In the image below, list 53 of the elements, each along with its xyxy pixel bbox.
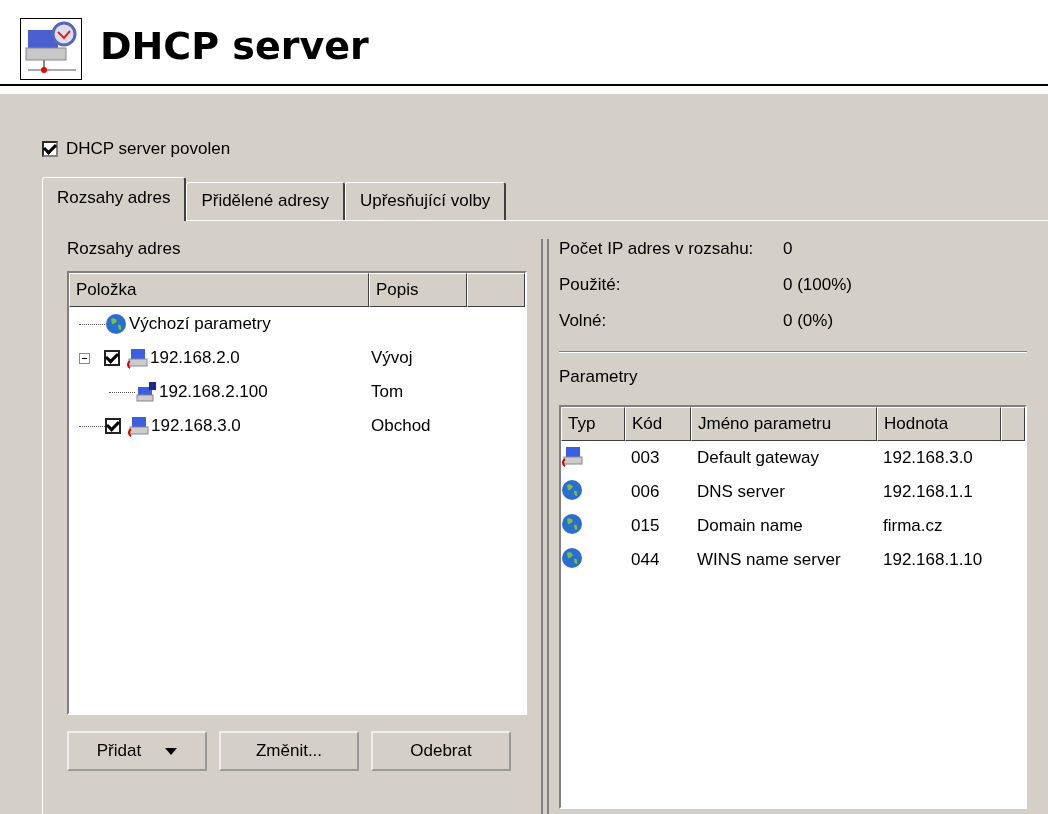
- tab[interactable]: Přidělené adresy: [186, 182, 345, 220]
- tab[interactable]: Upřesňující volby: [344, 182, 507, 220]
- table-cell-text: 044: [630, 550, 661, 570]
- table-cell-text: 192.168.3.0: [882, 448, 974, 468]
- computer-icon: [127, 415, 149, 437]
- column-header[interactable]: Položka: [69, 273, 369, 307]
- page-title: DHCP server: [100, 24, 369, 68]
- column-header[interactable]: Hodnota: [877, 407, 1001, 441]
- splitter[interactable]: [541, 239, 549, 814]
- group-label: Rozsahy adres: [67, 239, 182, 259]
- tree-item[interactable]: 192.168.3.0: [151, 416, 241, 436]
- stat-value: 0: [783, 239, 793, 259]
- scope-checkbox[interactable]: [104, 350, 120, 366]
- table-cell-text: 006: [630, 482, 661, 502]
- scope-checkbox[interactable]: [105, 418, 121, 434]
- table-cell-text: 015: [630, 516, 661, 536]
- stat-value: 0 (100%): [783, 275, 852, 295]
- table-cell-text: Domain name: [696, 516, 804, 536]
- table-cell-text: 192.168.1.1: [882, 482, 974, 502]
- table-cell-text: DNS server: [696, 482, 786, 502]
- stat-label: Volné:: [559, 311, 608, 331]
- stat-value: 0 (0%): [783, 311, 834, 331]
- item-description: Obchod: [371, 416, 431, 435]
- column-header[interactable]: Kód: [625, 407, 691, 441]
- globe-icon: [561, 546, 583, 569]
- table-cell-text: 192.168.1.10: [882, 550, 984, 570]
- table-cell-text: WINS name server: [696, 550, 842, 570]
- action-button[interactable]: Přidat: [67, 731, 207, 771]
- tree-item[interactable]: 192.168.2.0: [150, 348, 240, 368]
- column-header[interactable]: Typ: [561, 407, 625, 441]
- group-label: Parametry: [559, 367, 639, 387]
- tree-item[interactable]: Výchozí parametry: [129, 314, 271, 334]
- tab[interactable]: Rozsahy adres: [42, 177, 187, 221]
- server-clock-icon: [20, 18, 82, 80]
- column-header[interactable]: Jméno parametru: [691, 407, 877, 441]
- globe-icon: [105, 313, 127, 335]
- collapse-toggle[interactable]: [79, 352, 90, 364]
- item-description: Vývoj: [371, 348, 413, 367]
- table-cell-text: firma.cz: [882, 516, 944, 536]
- column-header[interactable]: Popis: [369, 273, 467, 307]
- table-cell-text: Default gateway: [696, 448, 820, 468]
- action-button[interactable]: Odebrat: [371, 731, 511, 771]
- enable-checkbox[interactable]: DHCP server povolen: [42, 139, 231, 159]
- reserved-computer-icon: [135, 381, 157, 403]
- item-description: Tom: [371, 382, 404, 401]
- stat-label: Počet IP adres v rozsahu:: [559, 239, 755, 259]
- computer-icon: [126, 347, 148, 369]
- tree-item[interactable]: 192.168.2.100: [159, 382, 268, 402]
- action-button[interactable]: Změnit...: [219, 731, 359, 771]
- globe-icon: [561, 512, 583, 535]
- stat-label: Použité:: [559, 275, 622, 295]
- table-cell-text: 003: [630, 448, 661, 468]
- globe-icon: [561, 478, 583, 501]
